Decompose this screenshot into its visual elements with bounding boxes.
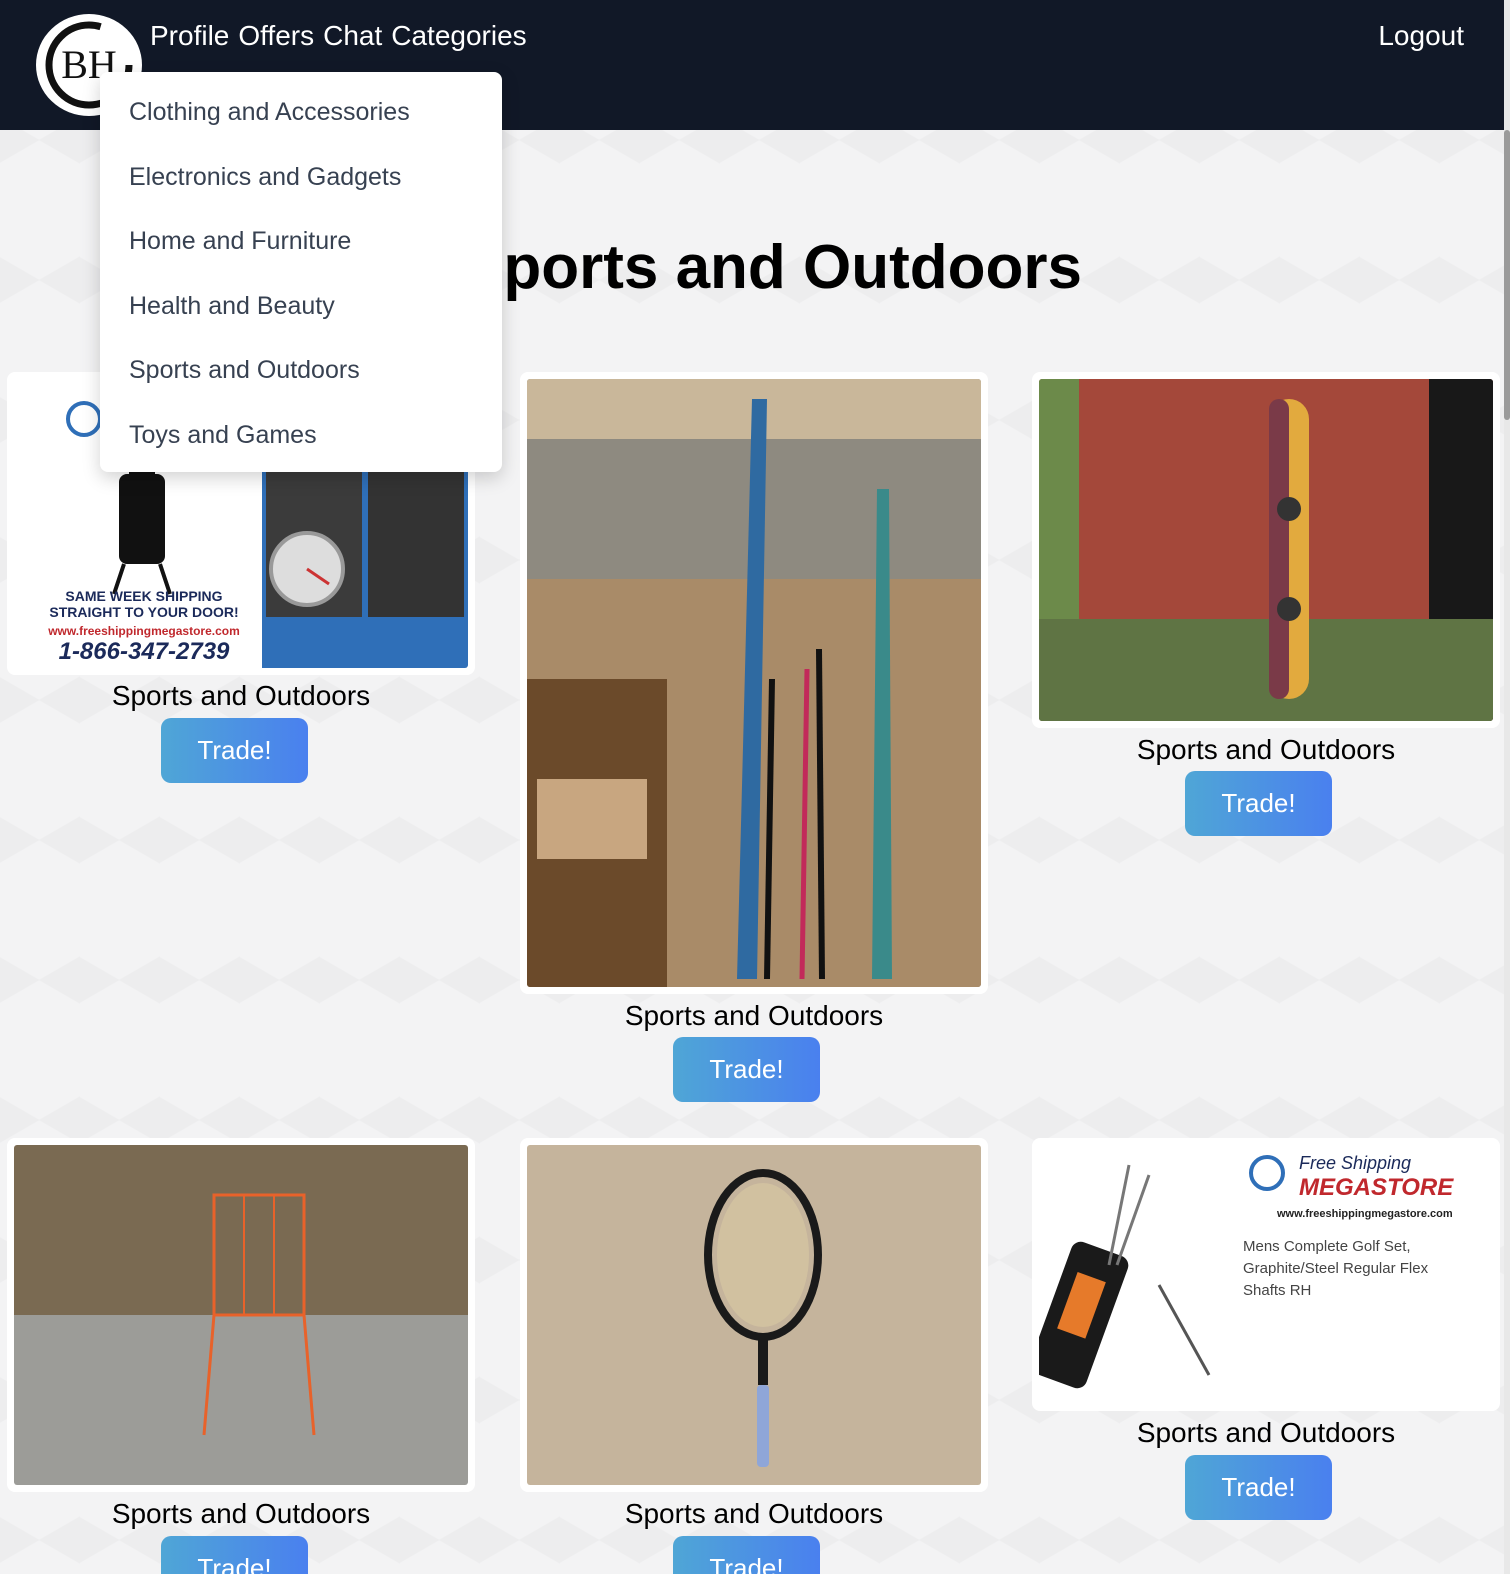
listing-image[interactable]: Free Shipping MEGASTORE www.freeshipping… bbox=[1032, 1138, 1500, 1411]
trade-button[interactable]: Trade! bbox=[1185, 771, 1332, 836]
listing-category-label: Sports and Outdoors bbox=[1136, 734, 1396, 765]
trade-button[interactable]: Trade! bbox=[673, 1536, 820, 1574]
svg-text:Graphite/Steel Regular Flex: Graphite/Steel Regular Flex bbox=[1243, 1260, 1429, 1277]
trade-button[interactable]: Trade! bbox=[1185, 1455, 1332, 1520]
nav-links: Profile Offers Chat Categories bbox=[150, 18, 527, 54]
trade-button[interactable]: Trade! bbox=[161, 718, 308, 783]
listing-image[interactable] bbox=[520, 372, 988, 994]
category-clothing[interactable]: Clothing and Accessories bbox=[100, 92, 502, 157]
svg-text:MEGASTORE: MEGASTORE bbox=[1299, 1174, 1454, 1201]
listing-image[interactable] bbox=[1032, 372, 1500, 728]
category-home[interactable]: Home and Furniture bbox=[100, 221, 502, 286]
logout-link[interactable]: Logout bbox=[1378, 18, 1464, 54]
listing-category-label: Sports and Outdoors bbox=[111, 1498, 371, 1529]
svg-text:Shafts RH: Shafts RH bbox=[1243, 1282, 1311, 1299]
listing-image[interactable] bbox=[7, 1138, 475, 1492]
svg-text:www.freeshippingmegastore.com: www.freeshippingmegastore.com bbox=[47, 624, 240, 638]
category-health[interactable]: Health and Beauty bbox=[100, 286, 502, 351]
trade-button[interactable]: Trade! bbox=[673, 1037, 820, 1102]
nav-categories-link[interactable]: Categories bbox=[391, 18, 526, 54]
svg-text:SAME WEEK SHIPPING: SAME WEEK SHIPPING bbox=[65, 588, 222, 604]
svg-text:STRAIGHT TO YOUR DOOR!: STRAIGHT TO YOUR DOOR! bbox=[49, 604, 238, 620]
svg-text:www.freeshippingmegastore.com: www.freeshippingmegastore.com bbox=[1276, 1208, 1453, 1220]
listing-card: Sports and Outdoors Trade! bbox=[520, 372, 988, 1107]
listing-card: Sports and Outdoors Trade! bbox=[520, 1138, 988, 1574]
listing-card: Sports and Outdoors Trade! bbox=[1032, 372, 1500, 842]
scrollbar-thumb[interactable] bbox=[1504, 130, 1510, 420]
categories-dropdown: Clothing and Accessories Electronics and… bbox=[100, 72, 502, 472]
listing-image[interactable] bbox=[520, 1138, 988, 1492]
listing-category-label: Sports and Outdoors bbox=[1136, 1417, 1396, 1448]
svg-text:1-866-347-2739: 1-866-347-2739 bbox=[59, 638, 230, 665]
listing-category-label: Sports and Outdoors bbox=[624, 1498, 884, 1529]
svg-text:Mens Complete Golf Set,: Mens Complete Golf Set, bbox=[1243, 1238, 1411, 1255]
nav-profile-link[interactable]: Profile bbox=[150, 18, 229, 54]
svg-text:Free Shipping: Free Shipping bbox=[1299, 1153, 1411, 1173]
category-electronics[interactable]: Electronics and Gadgets bbox=[100, 157, 502, 222]
nav-chat-link[interactable]: Chat bbox=[323, 18, 382, 54]
trade-button[interactable]: Trade! bbox=[161, 1536, 308, 1574]
nav-offers-link[interactable]: Offers bbox=[238, 18, 314, 54]
listing-category-label: Sports and Outdoors bbox=[111, 680, 371, 711]
category-toys[interactable]: Toys and Games bbox=[100, 415, 502, 480]
page-scrollbar[interactable] bbox=[1504, 0, 1510, 1574]
listing-category-label: Sports and Outdoors bbox=[624, 1000, 884, 1031]
category-sports[interactable]: Sports and Outdoors bbox=[100, 350, 502, 415]
listing-card: Sports and Outdoors Trade! bbox=[7, 1138, 475, 1574]
listing-card: Free Shipping MEGASTORE www.freeshipping… bbox=[1032, 1138, 1500, 1574]
